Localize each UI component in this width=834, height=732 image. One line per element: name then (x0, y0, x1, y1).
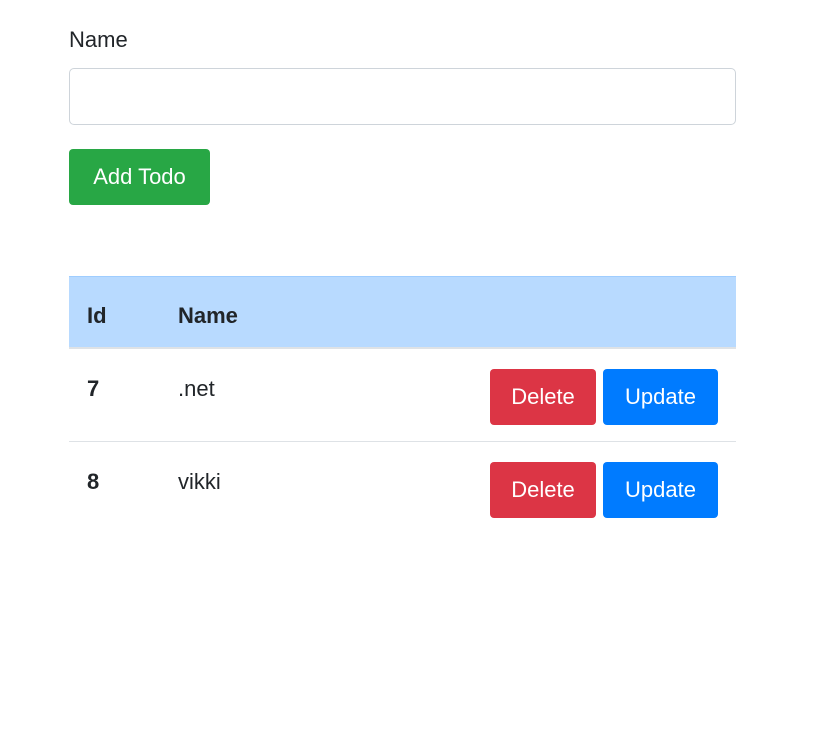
todo-id: 8 (87, 469, 100, 494)
table-row: 7 .net Delete Update (69, 349, 736, 442)
todo-name: vikki (178, 469, 221, 494)
add-todo-button[interactable]: Add Todo (69, 149, 210, 205)
name-label: Name (69, 27, 128, 52)
update-button[interactable]: Update (603, 369, 718, 425)
name-input[interactable] (69, 68, 736, 125)
table-header: Id Name (69, 276, 736, 349)
todo-name: .net (178, 376, 215, 401)
update-button[interactable]: Update (603, 462, 718, 518)
column-header-name: Name (178, 303, 238, 328)
todo-id: 7 (87, 376, 100, 401)
delete-button[interactable]: Delete (490, 462, 596, 518)
column-header-id: Id (87, 303, 107, 328)
delete-button[interactable]: Delete (490, 369, 596, 425)
table-row: 8 vikki Delete Update (69, 442, 736, 535)
todo-table: Id Name 7 .net Delete Update 8 vikki Del… (69, 276, 736, 535)
